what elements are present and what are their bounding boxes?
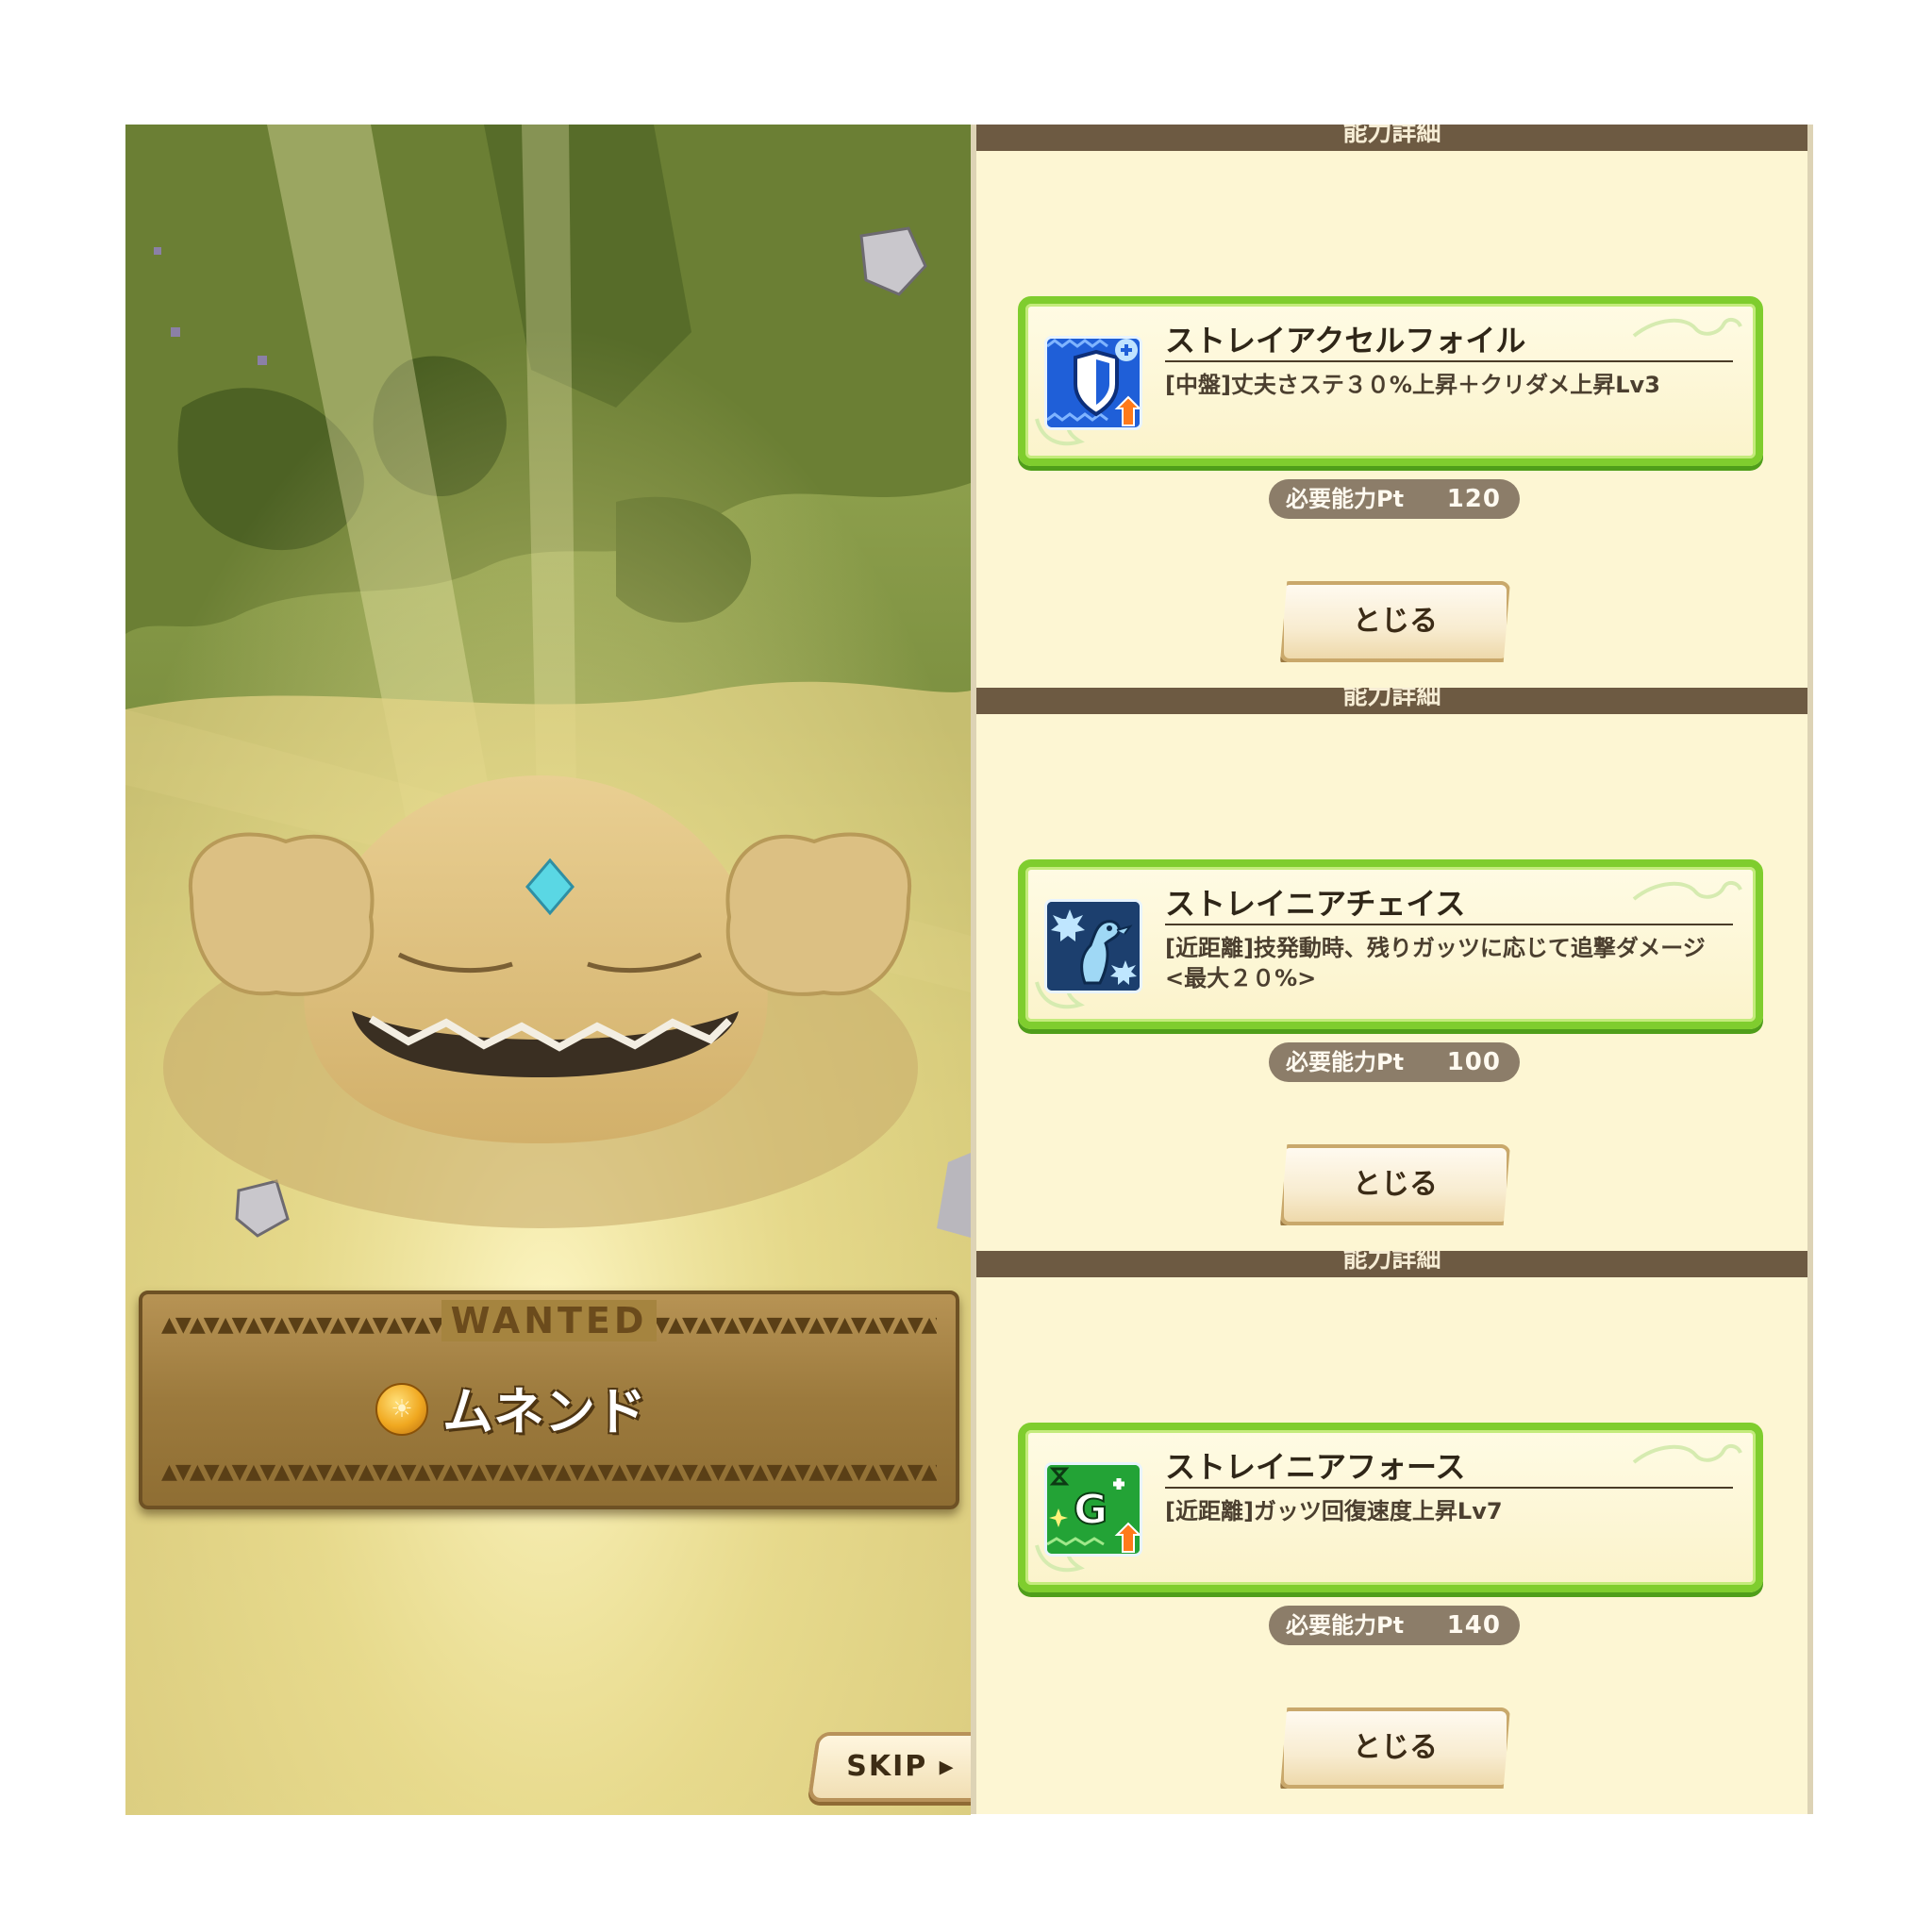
wanted-label: WANTED bbox=[441, 1300, 658, 1341]
wanted-trim-bottom: ▲▼▲▼▲▼▲▼▲▼▲▼▲▼▲▼▲▼▲▼▲▼▲▼▲▼▲▼▲▼▲▼▲▼▲▼▲▼▲▼… bbox=[161, 1462, 937, 1483]
close-button[interactable]: とじる bbox=[1280, 581, 1510, 662]
ability-description: [近距離]技発動時、残りガッツに応じて追撃ダメージ <最大２０%> bbox=[1165, 935, 1706, 991]
divider bbox=[1165, 360, 1733, 362]
shield-plus-icon bbox=[1044, 336, 1142, 430]
skip-label: SKIP ▸ bbox=[846, 1750, 956, 1783]
close-button[interactable]: とじる bbox=[1280, 1707, 1510, 1789]
required-points-label: 必要能力Pt bbox=[1286, 1049, 1405, 1075]
close-label: とじる bbox=[1353, 1168, 1438, 1201]
ability-detail-panel-2: 能力詳細 ストレイニアチェイス [近距離]技発動時、残りガッツに応じて追撃ダメー… bbox=[971, 688, 1813, 1251]
divider bbox=[1165, 924, 1733, 925]
panel-header: 能力詳細 bbox=[976, 125, 1807, 151]
ability-card: G ストレイニアフォース [近距離]ガッツ回復速度上昇Lv7 bbox=[1018, 1423, 1763, 1592]
ability-description: [中盤]丈夫さステ３０%上昇＋クリダメ上昇Lv3 bbox=[1165, 372, 1660, 398]
close-button[interactable]: とじる bbox=[1280, 1144, 1510, 1225]
divider bbox=[1165, 1487, 1733, 1489]
ability-name: ストレイニアフォース bbox=[1165, 1449, 1466, 1485]
panel-header: 能力詳細 bbox=[976, 1251, 1807, 1277]
required-points-value: 120 bbox=[1446, 485, 1501, 513]
required-points-badge: 必要能力Pt 140 bbox=[1269, 1606, 1520, 1645]
guts-plus-icon: G bbox=[1044, 1462, 1142, 1557]
wanted-title: WANTED bbox=[142, 1300, 956, 1341]
encounter-scene: ▲▼▲▼▲▼▲▼▲▼▲▼▲▼▲▼▲▼▲▼▲▼▲▼▲▼▲▼▲▼▲▼▲▼▲▼▲▼▲▼… bbox=[125, 125, 971, 1815]
required-points-value: 140 bbox=[1446, 1611, 1501, 1640]
ability-detail-panel-3: 能力詳細 G ストレイニアフォース [近距離]ガッツ回復速度上昇Lv7 必要能力… bbox=[971, 1251, 1813, 1814]
panel-header-label: 能力詳細 bbox=[1342, 1251, 1441, 1274]
ability-name: ストレイアクセルフォイル bbox=[1165, 323, 1526, 358]
monster-blob bbox=[163, 775, 918, 1228]
panel-header-label: 能力詳細 bbox=[1342, 125, 1441, 147]
forest-background bbox=[125, 125, 971, 1815]
ability-detail-panel-1: 能力詳細 ストレイアクセルフォイル [中盤]丈夫さステ３０%上昇＋クリダメ上昇L… bbox=[971, 125, 1813, 688]
required-points-value: 100 bbox=[1446, 1048, 1501, 1076]
panel-header-label: 能力詳細 bbox=[1342, 688, 1441, 710]
panel-header: 能力詳細 bbox=[976, 688, 1807, 714]
ability-card: ストレイニアチェイス [近距離]技発動時、残りガッツに応じて追撃ダメージ <最大… bbox=[1018, 859, 1763, 1029]
required-points-badge: 必要能力Pt 100 bbox=[1269, 1042, 1520, 1082]
required-points-label: 必要能力Pt bbox=[1286, 1612, 1405, 1639]
ability-card: ストレイアクセルフォイル [中盤]丈夫さステ３０%上昇＋クリダメ上昇Lv3 bbox=[1018, 296, 1763, 466]
swirl-ornament-icon bbox=[1632, 318, 1742, 338]
swirl-ornament-icon bbox=[1632, 1444, 1742, 1464]
skip-button[interactable]: SKIP ▸ bbox=[807, 1732, 971, 1802]
required-points-badge: 必要能力Pt 120 bbox=[1269, 479, 1520, 519]
close-label: とじる bbox=[1353, 1731, 1438, 1764]
wanted-banner: ▲▼▲▼▲▼▲▼▲▼▲▼▲▼▲▼▲▼▲▼▲▼▲▼▲▼▲▼▲▼▲▼▲▼▲▼▲▼▲▼… bbox=[139, 1291, 959, 1509]
chase-bird-icon bbox=[1044, 899, 1142, 993]
ability-name: ストレイニアチェイス bbox=[1165, 886, 1466, 922]
coin-icon: ☀ bbox=[375, 1383, 428, 1436]
required-points-label: 必要能力Pt bbox=[1286, 486, 1405, 512]
swirl-ornament-icon bbox=[1632, 881, 1742, 901]
monster-name: ムネンド bbox=[442, 1382, 646, 1441]
ability-description: [近距離]ガッツ回復速度上昇Lv7 bbox=[1165, 1498, 1503, 1524]
svg-text:G: G bbox=[1074, 1486, 1108, 1534]
close-label: とじる bbox=[1353, 605, 1438, 638]
